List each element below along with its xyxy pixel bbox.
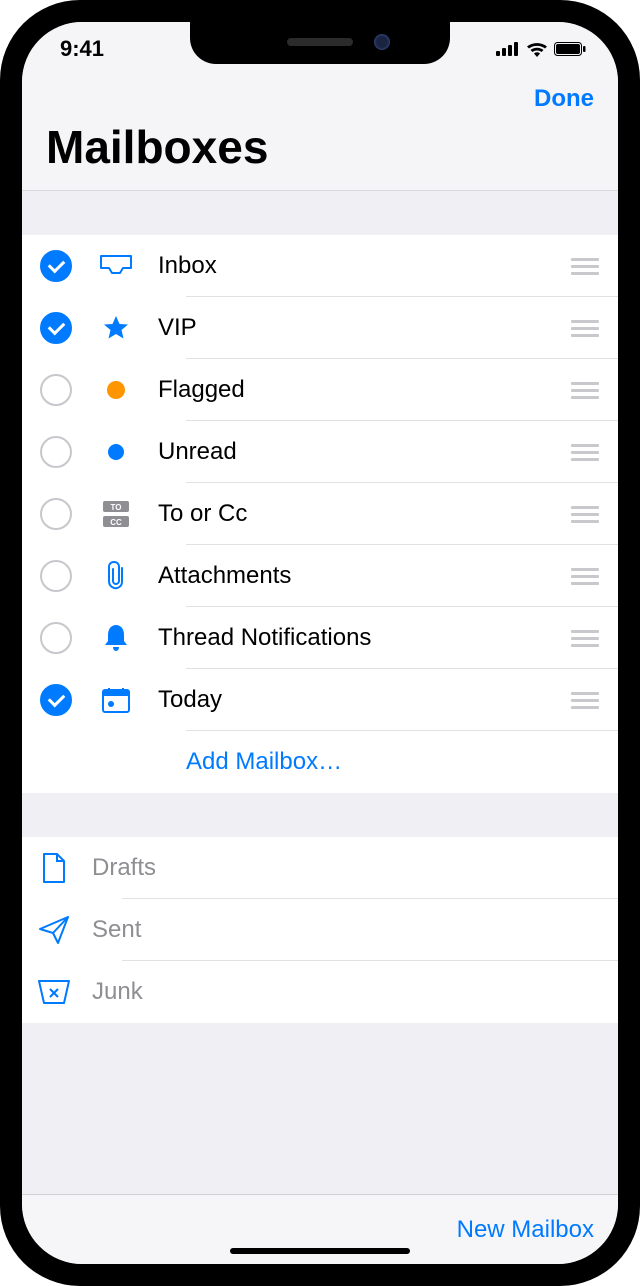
static-mailbox-label: Junk: [92, 978, 600, 1006]
mailbox-label: Attachments: [158, 562, 570, 590]
home-indicator[interactable]: [230, 1248, 410, 1254]
mailbox-row[interactable]: Today: [22, 669, 618, 731]
star-icon: [96, 308, 136, 348]
to-cc-icon: TO CC: [96, 494, 136, 534]
checkbox[interactable]: [40, 312, 72, 344]
page-title: Mailboxes: [46, 116, 594, 178]
mailbox-list-scroll[interactable]: Inbox VIP Flagged Unread TO CC To or Cc Attachm…: [22, 191, 618, 1194]
checkbox[interactable]: [40, 498, 72, 530]
static-mailbox-row[interactable]: Drafts: [22, 837, 618, 899]
mailbox-row[interactable]: Unread: [22, 421, 618, 483]
checkbox[interactable]: [40, 622, 72, 654]
mailbox-label: Thread Notifications: [158, 624, 570, 652]
new-mailbox-button[interactable]: New Mailbox: [457, 1216, 594, 1244]
paperclip-icon: [96, 556, 136, 596]
drag-handle-icon[interactable]: [570, 258, 600, 275]
flag-dot-icon: [96, 370, 136, 410]
device-frame: 9:41 Done Mailboxes InboxV: [0, 0, 640, 1286]
checkbox[interactable]: [40, 684, 72, 716]
checkbox[interactable]: [40, 250, 72, 282]
blue-dot-icon: [96, 432, 136, 472]
static-mailbox-row[interactable]: Sent: [22, 899, 618, 961]
mailbox-label: Unread: [158, 438, 570, 466]
battery-icon: [554, 42, 586, 56]
checkbox[interactable]: [40, 560, 72, 592]
checkbox[interactable]: [40, 374, 72, 406]
junk-icon: [34, 972, 74, 1012]
screen: 9:41 Done Mailboxes InboxV: [22, 22, 618, 1264]
drag-handle-icon[interactable]: [570, 568, 600, 585]
drag-handle-icon[interactable]: [570, 320, 600, 337]
mailbox-label: Inbox: [158, 252, 570, 280]
mailbox-label: Flagged: [158, 376, 570, 404]
drag-handle-icon[interactable]: [570, 506, 600, 523]
inbox-icon: [96, 246, 136, 286]
drag-handle-icon[interactable]: [570, 444, 600, 461]
drag-handle-icon[interactable]: [570, 382, 600, 399]
static-mailbox-row[interactable]: Junk: [22, 961, 618, 1023]
mailbox-row[interactable]: Thread Notifications: [22, 607, 618, 669]
calendar-icon: [96, 680, 136, 720]
add-mailbox-label: Add Mailbox…: [186, 748, 600, 776]
mailbox-row[interactable]: TO CC To or Cc: [22, 483, 618, 545]
drag-handle-icon[interactable]: [570, 692, 600, 709]
mailbox-row[interactable]: Attachments: [22, 545, 618, 607]
mailbox-row[interactable]: VIP: [22, 297, 618, 359]
signal-icon: [496, 42, 520, 56]
done-button[interactable]: Done: [534, 85, 594, 113]
bell-icon: [96, 618, 136, 658]
mailbox-row[interactable]: Inbox: [22, 235, 618, 297]
doc-icon: [34, 848, 74, 888]
mailbox-row[interactable]: Flagged: [22, 359, 618, 421]
add-mailbox-row[interactable]: Add Mailbox…: [22, 731, 618, 793]
static-mailbox-label: Sent: [92, 916, 600, 944]
mailbox-label: Today: [158, 686, 570, 714]
notch: [190, 22, 450, 64]
checkbox[interactable]: [40, 436, 72, 468]
nav-bar: Done Mailboxes: [22, 76, 618, 191]
static-mailboxes-list: Drafts Sent Junk: [22, 837, 618, 1023]
mailbox-label: To or Cc: [158, 500, 570, 528]
svg-text:TO: TO: [111, 503, 122, 512]
wifi-icon: [526, 41, 548, 57]
drag-handle-icon[interactable]: [570, 630, 600, 647]
static-mailbox-label: Drafts: [92, 854, 600, 882]
smart-mailboxes-list: Inbox VIP Flagged Unread TO CC To or Cc Attachm…: [22, 235, 618, 793]
send-icon: [34, 910, 74, 950]
mailbox-label: VIP: [158, 314, 570, 342]
svg-text:CC: CC: [110, 518, 122, 527]
